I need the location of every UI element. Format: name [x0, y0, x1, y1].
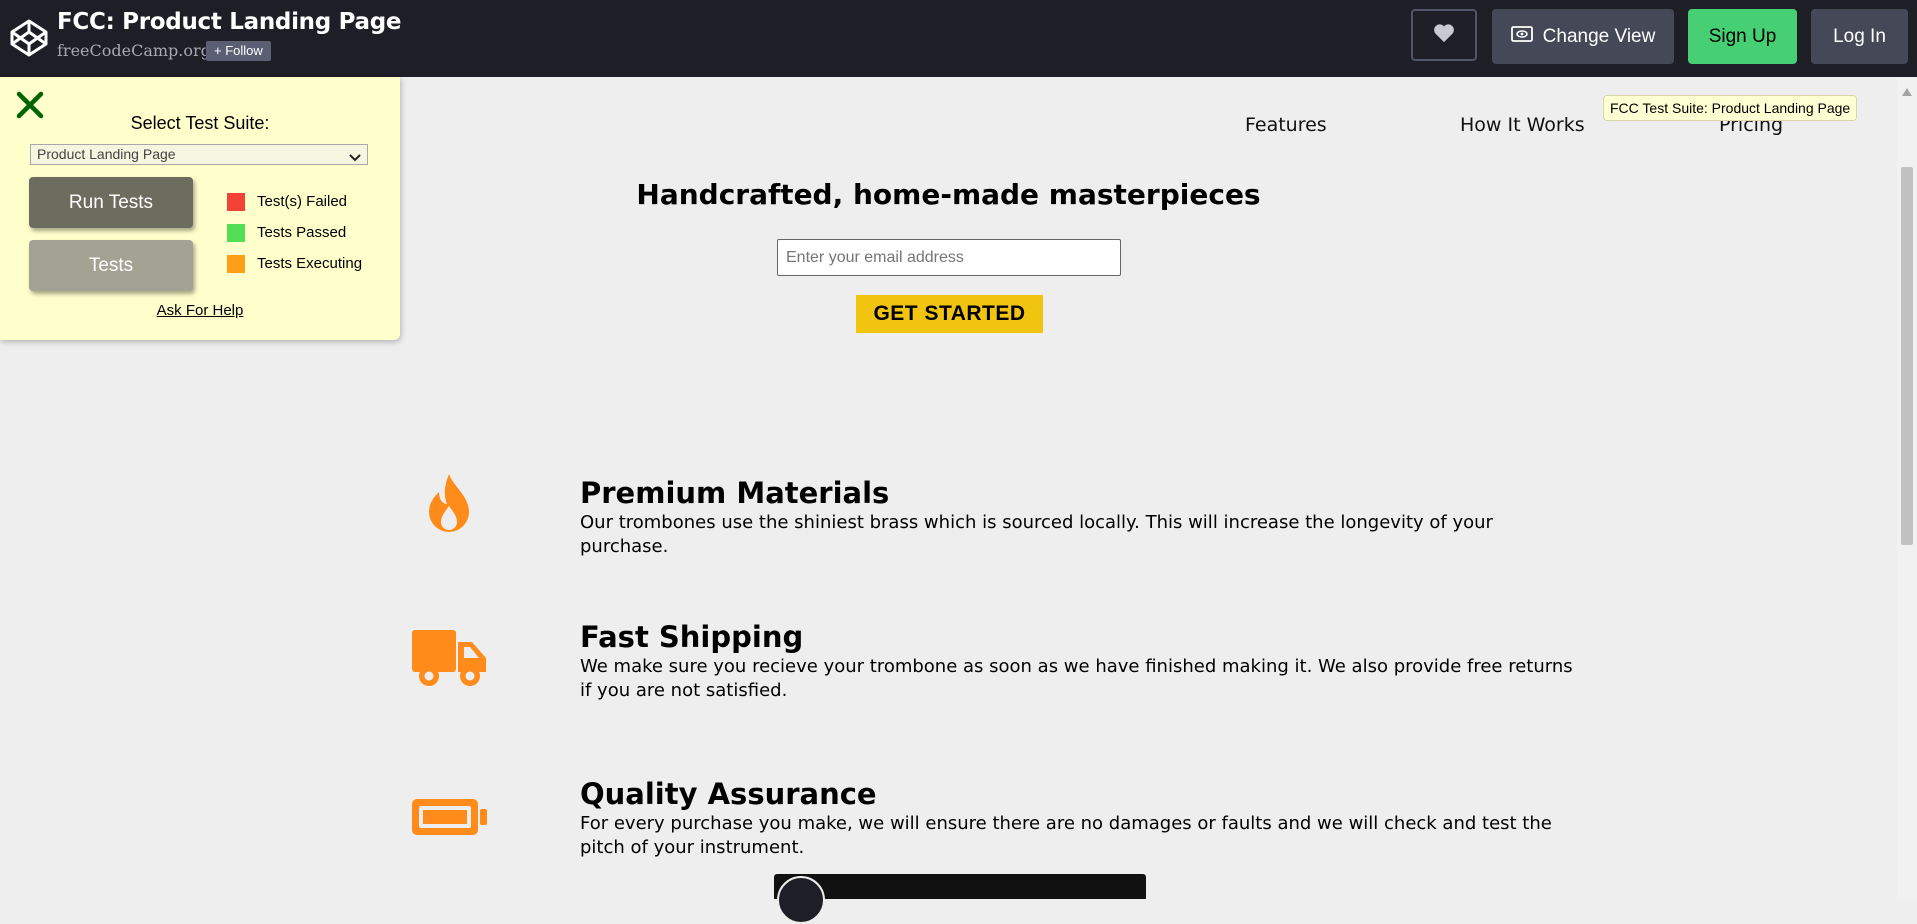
- preview-scrollbar[interactable]: [1897, 77, 1917, 899]
- ask-for-help-link[interactable]: Ask For Help: [0, 302, 400, 319]
- nav-link-how-it-works[interactable]: How It Works: [1460, 114, 1585, 136]
- change-view-label: Change View: [1542, 25, 1656, 47]
- email-input[interactable]: [777, 239, 1121, 276]
- feature-title-premium-materials: Premium Materials: [580, 476, 890, 510]
- executing-swatch: [227, 255, 245, 273]
- chevron-down-icon: [349, 149, 361, 165]
- test-suite-select[interactable]: Product Landing Page: [30, 144, 368, 165]
- legend-passed-label: Tests Passed: [257, 224, 347, 241]
- fcc-test-panel: Select Test Suite: Product Landing Page …: [0, 77, 400, 340]
- heart-button[interactable]: [1411, 9, 1477, 61]
- codepen-logo-icon[interactable]: [9, 18, 49, 58]
- log-in-button[interactable]: Log In: [1811, 9, 1908, 64]
- fcc-test-suite-tooltip: FCC Test Suite: Product Landing Page: [1603, 95, 1858, 121]
- scrollbar-thumb[interactable]: [1901, 167, 1913, 545]
- tests-button[interactable]: Tests: [29, 240, 193, 291]
- legend-executing-label: Tests Executing: [257, 255, 363, 272]
- codepen-header: FCC: Product Landing Page freeCodeCamp.o…: [0, 0, 1917, 77]
- failed-swatch: [227, 193, 245, 211]
- nav-link-features[interactable]: Features: [1245, 114, 1327, 136]
- feature-title-fast-shipping: Fast Shipping: [580, 620, 804, 654]
- battery-icon: [410, 797, 488, 842]
- sign-up-button[interactable]: Sign Up: [1688, 9, 1797, 64]
- change-view-button[interactable]: Change View: [1492, 9, 1674, 64]
- feature-title-quality-assurance: Quality Assurance: [580, 777, 877, 811]
- follow-button[interactable]: + Follow: [206, 41, 271, 61]
- truck-icon: [410, 628, 488, 695]
- fire-icon: [423, 472, 475, 541]
- scroll-up-arrow-icon[interactable]: [1902, 83, 1912, 101]
- heart-icon: [1433, 23, 1455, 48]
- legend-failed-label: Test(s) Failed: [257, 193, 348, 210]
- pen-owner-link[interactable]: freeCodeCamp.org: [57, 41, 211, 60]
- run-tests-button[interactable]: Run Tests: [29, 177, 193, 228]
- avatar: [777, 876, 825, 924]
- selected-suite-value: Product Landing Page: [37, 146, 176, 162]
- pen-title: FCC: Product Landing Page: [57, 9, 402, 35]
- feature-desc-quality-assurance: For every purchase you make, we will ens…: [580, 813, 1552, 858]
- feature-desc-premium-materials: Our trombones use the shiniest brass whi…: [580, 512, 1493, 557]
- change-view-icon: [1510, 25, 1533, 49]
- get-started-button[interactable]: GET STARTED: [856, 295, 1043, 333]
- bottom-overlay-bar[interactable]: [774, 874, 1146, 924]
- feature-desc-fast-shipping: We make sure you recieve your trombone a…: [580, 656, 1573, 701]
- select-test-suite-label: Select Test Suite:: [130, 113, 270, 133]
- passed-swatch: [227, 224, 245, 242]
